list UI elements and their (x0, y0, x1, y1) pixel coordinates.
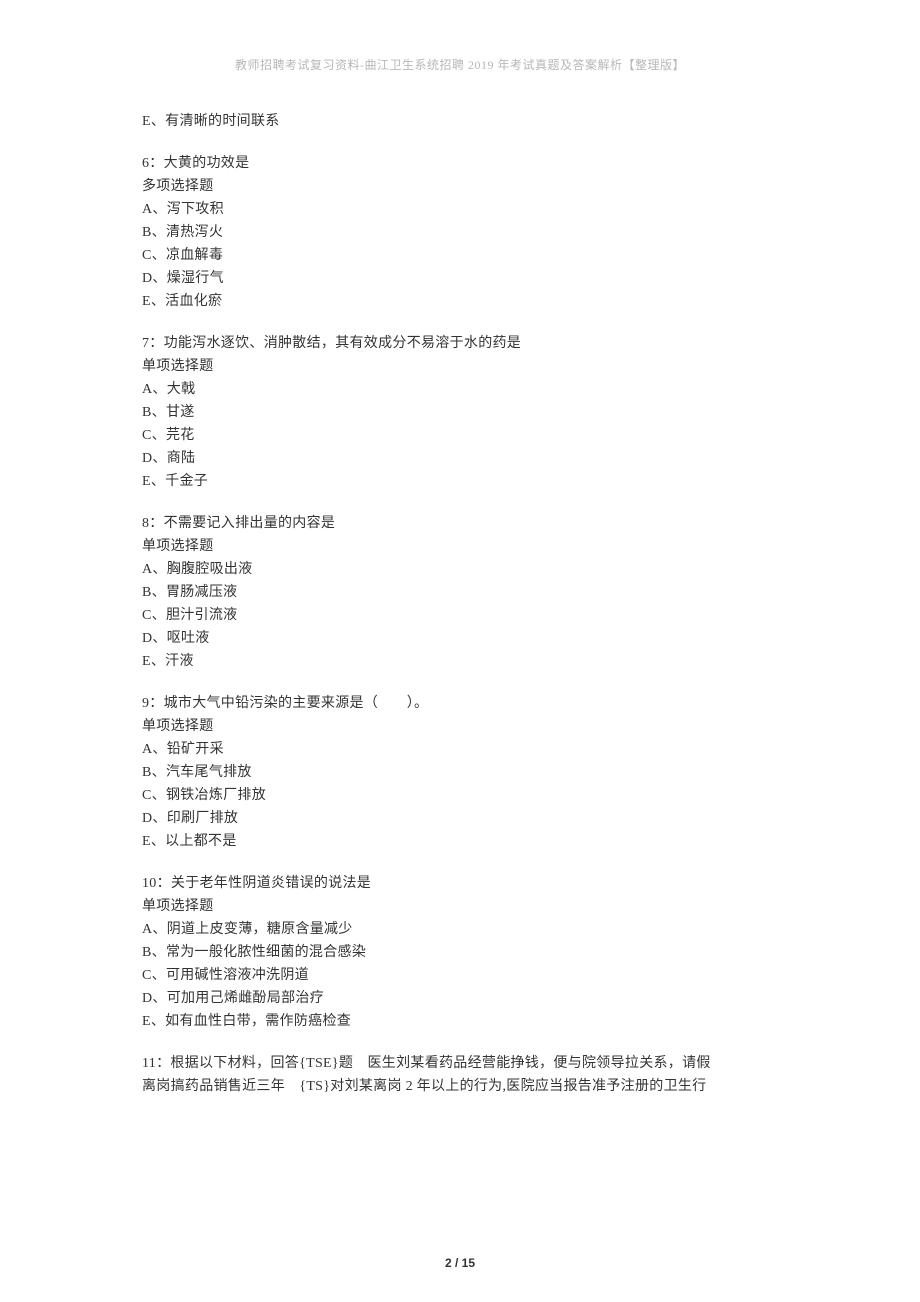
question-11-partial: 11：根据以下材料，回答{TSE}题 医生刘某看药品经营能挣钱，便与院领导拉关系… (142, 1053, 778, 1098)
question-type: 单项选择题 (142, 896, 778, 918)
question-text-line: 离岗搞药品销售近三年 {TS}对刘某离岗 2 年以上的行为,医院应当报告准予注册… (142, 1076, 778, 1098)
option-text: D、可加用己烯雌酚局部治疗 (142, 988, 778, 1010)
option-text: C、可用碱性溶液冲洗阴道 (142, 965, 778, 987)
option-text: A、铅矿开采 (142, 739, 778, 761)
question-title: 8：不需要记入排出量的内容是 (142, 513, 778, 535)
option-text: C、凉血解毒 (142, 245, 778, 267)
question-title: 9：城市大气中铅污染的主要来源是（ ）。 (142, 693, 778, 715)
option-text: A、阴道上皮变薄，糖原含量减少 (142, 919, 778, 941)
question-8: 8：不需要记入排出量的内容是 单项选择题 A、胸腹腔吸出液 B、胃肠减压液 C、… (142, 513, 778, 673)
option-text: E、活血化瘀 (142, 291, 778, 313)
option-text: B、常为一般化脓性细菌的混合感染 (142, 942, 778, 964)
prev-question-tail: E、有清晰的时间联系 (142, 111, 778, 133)
question-10: 10：关于老年性阴道炎错误的说法是 单项选择题 A、阴道上皮变薄，糖原含量减少 … (142, 873, 778, 1033)
question-title: 6：大黄的功效是 (142, 153, 778, 175)
option-text: C、钢铁冶炼厂排放 (142, 785, 778, 807)
option-text: C、胆汁引流液 (142, 605, 778, 627)
option-text: E、有清晰的时间联系 (142, 111, 778, 133)
option-text: A、大戟 (142, 379, 778, 401)
question-text-line: 11：根据以下材料，回答{TSE}题 医生刘某看药品经营能挣钱，便与院领导拉关系… (142, 1053, 778, 1075)
option-text: D、燥湿行气 (142, 268, 778, 290)
question-type: 单项选择题 (142, 716, 778, 738)
option-text: B、胃肠减压液 (142, 582, 778, 604)
option-text: D、呕吐液 (142, 628, 778, 650)
question-6: 6：大黄的功效是 多项选择题 A、泻下攻积 B、清热泻火 C、凉血解毒 D、燥湿… (142, 153, 778, 313)
question-9: 9：城市大气中铅污染的主要来源是（ ）。 单项选择题 A、铅矿开采 B、汽车尾气… (142, 693, 778, 853)
question-type: 单项选择题 (142, 356, 778, 378)
question-7: 7：功能泻水逐饮、消肿散结，其有效成分不易溶于水的药是 单项选择题 A、大戟 B… (142, 333, 778, 493)
question-type: 多项选择题 (142, 176, 778, 198)
question-title: 10：关于老年性阴道炎错误的说法是 (142, 873, 778, 895)
option-text: B、汽车尾气排放 (142, 762, 778, 784)
page-header: 教师招聘考试复习资料-曲江卫生系统招聘 2019 年考试真题及答案解析【整理版】 (142, 56, 778, 73)
option-text: E、以上都不是 (142, 831, 778, 853)
question-type: 单项选择题 (142, 536, 778, 558)
option-text: D、印刷厂排放 (142, 808, 778, 830)
page-number: 2 / 15 (0, 1256, 920, 1270)
option-text: E、如有血性白带，需作防癌检查 (142, 1011, 778, 1033)
question-title: 7：功能泻水逐饮、消肿散结，其有效成分不易溶于水的药是 (142, 333, 778, 355)
option-text: B、清热泻火 (142, 222, 778, 244)
option-text: B、甘遂 (142, 402, 778, 424)
option-text: C、芫花 (142, 425, 778, 447)
option-text: E、汗液 (142, 651, 778, 673)
option-text: A、胸腹腔吸出液 (142, 559, 778, 581)
option-text: E、千金子 (142, 471, 778, 493)
option-text: A、泻下攻积 (142, 199, 778, 221)
option-text: D、商陆 (142, 448, 778, 470)
